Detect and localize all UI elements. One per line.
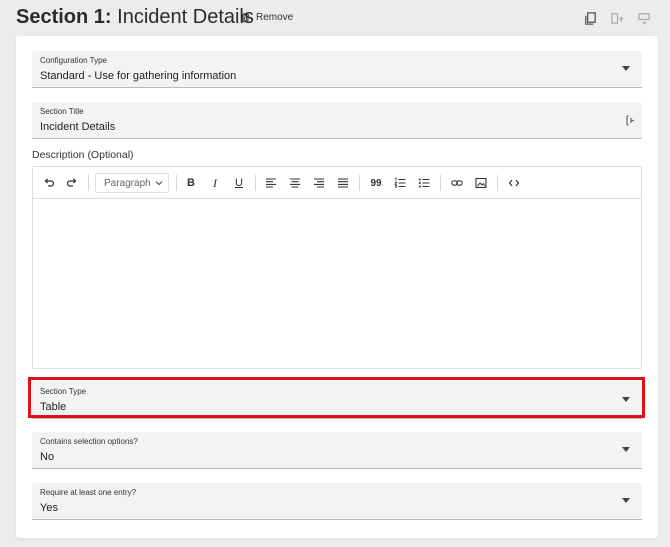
configuration-type-select[interactable]: Configuration Type Standard - Use for ga…: [32, 51, 642, 88]
trash-icon: [241, 13, 250, 23]
chevron-down-icon: [155, 181, 163, 186]
editor-content-area[interactable]: [33, 200, 641, 368]
block-format-value: Paragraph: [104, 178, 151, 189]
bold-icon[interactable]: B: [184, 176, 198, 190]
configuration-type-label: Configuration Type: [40, 56, 108, 65]
copy-icon[interactable]: [583, 11, 598, 26]
block-format-select[interactable]: Paragraph: [95, 173, 169, 193]
configuration-type-value: Standard - Use for gathering information: [40, 70, 237, 82]
selection-options-value: No: [40, 451, 55, 463]
dropdown-arrow-icon: [622, 447, 630, 452]
dropdown-arrow-icon: [622, 66, 630, 71]
link-icon[interactable]: [450, 176, 464, 190]
section-number: Section 1:: [16, 6, 112, 28]
require-entry-select[interactable]: Require at least one entry? Yes: [32, 483, 642, 520]
undo-icon[interactable]: [42, 176, 56, 190]
move-up-icon[interactable]: [610, 11, 625, 26]
section-type-value: Table: [40, 401, 67, 413]
remove-button[interactable]: Remove: [240, 12, 293, 23]
italic-icon[interactable]: I: [208, 176, 222, 190]
require-entry-value: Yes: [40, 502, 58, 514]
redo-icon[interactable]: [65, 176, 79, 190]
code-icon[interactable]: [507, 176, 521, 190]
align-center-icon[interactable]: [288, 176, 302, 190]
section-type-label: Section Type: [40, 387, 87, 396]
section-card: Configuration Type Standard - Use for ga…: [16, 36, 658, 538]
align-left-icon[interactable]: [264, 176, 278, 190]
selection-options-select[interactable]: Contains selection options? No: [32, 432, 642, 469]
move-down-icon[interactable]: [637, 11, 652, 26]
dropdown-arrow-icon: [622, 397, 630, 402]
selection-options-label: Contains selection options?: [40, 437, 138, 446]
description-label: Description (Optional): [32, 149, 134, 161]
blockquote-icon[interactable]: 99: [369, 176, 383, 190]
section-type-select[interactable]: Section Type Table: [32, 382, 642, 419]
underline-icon[interactable]: U: [232, 176, 246, 190]
align-justify-icon[interactable]: [336, 176, 350, 190]
description-editor[interactable]: Paragraph B I U 99: [32, 166, 642, 369]
require-entry-label: Require at least one entry?: [40, 488, 137, 497]
section-name: Incident Details: [117, 6, 254, 28]
bullet-list-icon[interactable]: [417, 176, 431, 190]
section-title-label: Section Title: [40, 107, 84, 116]
section-title-field[interactable]: Section Title Incident Details: [32, 102, 642, 139]
text-cursor-icon: [626, 115, 634, 126]
numbered-list-icon[interactable]: [393, 176, 407, 190]
remove-label: Remove: [256, 12, 294, 23]
section-heading: Section 1: Incident Details: [16, 6, 254, 29]
align-right-icon[interactable]: [312, 176, 326, 190]
section-title-value: Incident Details: [40, 121, 116, 133]
image-icon[interactable]: [474, 176, 488, 190]
editor-toolbar: Paragraph B I U 99: [33, 167, 641, 199]
section-header: Section 1: Incident Details Remove: [0, 0, 670, 36]
dropdown-arrow-icon: [622, 498, 630, 503]
